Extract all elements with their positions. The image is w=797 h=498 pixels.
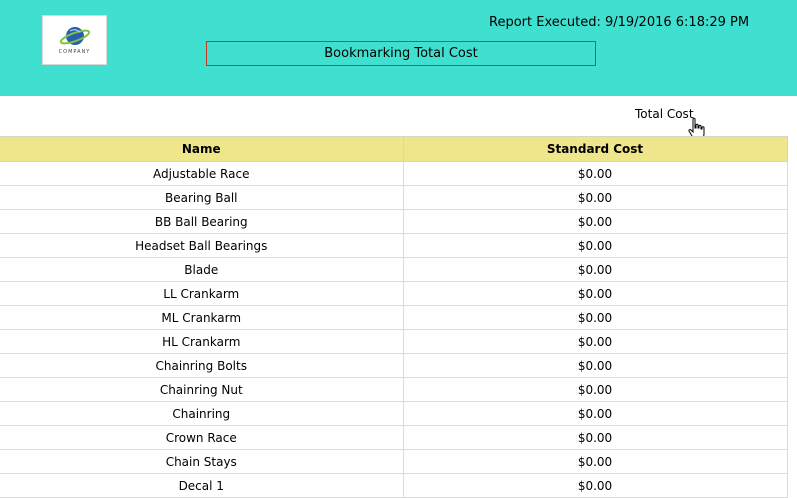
report-executed-text: Report Executed: 9/19/2016 6:18:29 PM bbox=[489, 15, 750, 30]
cell-standard-cost: $0.00 bbox=[403, 377, 788, 402]
table-row: Chainring Nut $0.00 bbox=[0, 377, 788, 402]
cell-name: Chainring bbox=[0, 401, 404, 426]
cell-name: Chain Stays bbox=[0, 449, 404, 474]
table-row: Bearing Ball $0.00 bbox=[0, 185, 788, 210]
report-header: COMPANY Report Executed: 9/19/2016 6:18:… bbox=[0, 0, 797, 96]
logo-text: COMPANY bbox=[58, 49, 91, 55]
cell-name: ML Crankarm bbox=[0, 305, 404, 330]
table-row: Decal 1 $0.00 bbox=[0, 473, 788, 498]
cell-standard-cost: $0.00 bbox=[403, 425, 788, 450]
cell-name: Chainring Nut bbox=[0, 377, 404, 402]
cell-standard-cost: $0.00 bbox=[403, 209, 788, 234]
table-row: Crown Race $0.00 bbox=[0, 425, 788, 450]
cell-name: LL Crankarm bbox=[0, 281, 404, 306]
table-row: Chainring Bolts $0.00 bbox=[0, 353, 788, 378]
total-cost-link[interactable]: Total Cost bbox=[635, 106, 694, 122]
cell-name: Bearing Ball bbox=[0, 185, 404, 210]
cell-standard-cost: $0.00 bbox=[403, 233, 788, 258]
cell-standard-cost: $0.00 bbox=[403, 473, 788, 498]
table-row: HL Crankarm $0.00 bbox=[0, 329, 788, 354]
table-row: Chain Stays $0.00 bbox=[0, 449, 788, 474]
column-header-name[interactable]: Name bbox=[0, 136, 404, 162]
cell-standard-cost: $0.00 bbox=[403, 353, 788, 378]
cell-name: Chainring Bolts bbox=[0, 353, 404, 378]
table-row: Blade $0.00 bbox=[0, 257, 788, 282]
table-row: Chainring $0.00 bbox=[0, 401, 788, 426]
table-row: Headset Ball Bearings $0.00 bbox=[0, 233, 788, 258]
cell-standard-cost: $0.00 bbox=[403, 305, 788, 330]
cell-standard-cost: $0.00 bbox=[403, 161, 788, 186]
cell-name: Headset Ball Bearings bbox=[0, 233, 404, 258]
table-row: ML Crankarm $0.00 bbox=[0, 305, 788, 330]
cell-name: Decal 1 bbox=[0, 473, 404, 498]
table-row: BB Ball Bearing $0.00 bbox=[0, 209, 788, 234]
cell-name: Blade bbox=[0, 257, 404, 282]
cell-standard-cost: $0.00 bbox=[403, 185, 788, 210]
company-logo: COMPANY bbox=[42, 15, 107, 65]
column-header-standard-cost[interactable]: Standard Cost bbox=[403, 136, 788, 162]
cost-table: Name Standard Cost Adjustable Race $0.00 … bbox=[0, 136, 788, 498]
cell-standard-cost: $0.00 bbox=[403, 281, 788, 306]
cell-standard-cost: $0.00 bbox=[403, 401, 788, 426]
cell-standard-cost: $0.00 bbox=[403, 449, 788, 474]
report-title: Bookmarking Total Cost bbox=[206, 41, 596, 66]
cell-name: Adjustable Race bbox=[0, 161, 404, 186]
globe-icon bbox=[59, 27, 91, 45]
cell-name: BB Ball Bearing bbox=[0, 209, 404, 234]
table-header-row: Name Standard Cost bbox=[0, 136, 788, 162]
table-row: Adjustable Race $0.00 bbox=[0, 161, 788, 186]
cell-name: HL Crankarm bbox=[0, 329, 404, 354]
cell-standard-cost: $0.00 bbox=[403, 257, 788, 282]
cell-standard-cost: $0.00 bbox=[403, 329, 788, 354]
table-row: LL Crankarm $0.00 bbox=[0, 281, 788, 306]
cell-name: Crown Race bbox=[0, 425, 404, 450]
